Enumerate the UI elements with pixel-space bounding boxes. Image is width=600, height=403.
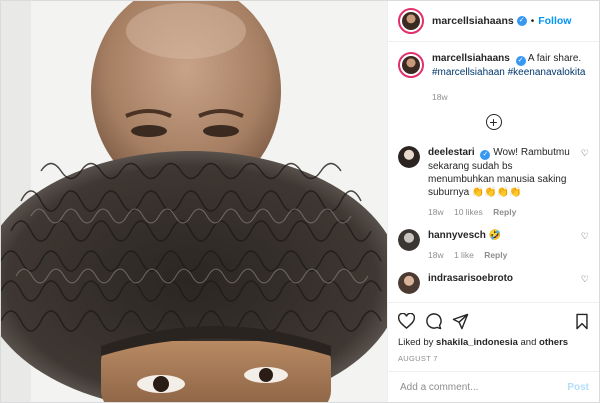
post-comment-button[interactable]: Post [567,382,589,393]
comment-age: 18w [428,207,444,217]
comment-item: hannyvesch 🤣 18w 1 like Reply ♡ [398,229,589,260]
post-actions: Liked by shakila_indonesia and others AU… [388,302,599,371]
share-icon[interactable] [452,313,469,330]
author-avatar[interactable] [398,8,424,34]
comment-text: 🤣 [488,230,502,241]
liked-by-user[interactable]: shakila_indonesia [436,337,518,348]
post-sidebar: marcellsiahaans ✓ • Follow marcellsiahaa… [387,1,599,402]
commenter-username[interactable]: deelestari [428,147,475,158]
comment-age: 18w [428,250,444,260]
comment-item: deelestari ✓ Wow! Rambutmu sekarang suda… [398,146,589,217]
commenter-username[interactable]: hannyvesch [428,230,486,241]
liked-by: Liked by shakila_indonesia and others [398,337,589,348]
heart-icon[interactable] [398,313,415,329]
comment-item: indrasarisoebroto ♡ [398,272,589,294]
verified-badge-icon: ✓ [515,56,526,66]
commenter-avatar[interactable] [398,146,420,168]
action-icons [398,309,589,333]
post-image[interactable] [1,1,387,402]
bookmark-icon[interactable] [575,313,589,330]
caption-hashtags[interactable]: #marcellsiahaan #keenanavalokita [432,67,585,78]
post-date: AUGUST 7 [398,354,438,363]
caption-age: 18w [432,92,448,102]
verified-badge-icon: ✓ [480,150,491,160]
caption-avatar[interactable] [398,52,424,78]
commenter-username[interactable]: indrasarisoebroto [428,273,513,284]
comment-icon[interactable] [425,312,442,330]
plus-circle-icon[interactable]: + [485,114,502,130]
author-username[interactable]: marcellsiahaans [432,15,514,27]
heart-outline-icon[interactable]: ♡ [579,274,589,294]
liked-by-prefix: Liked by [398,337,437,348]
add-comment-input[interactable] [398,380,568,394]
post-caption: marcellsiahaans ✓ A fair share. #marcell… [398,52,589,104]
separator-dot: • [530,15,535,27]
post-header: marcellsiahaans ✓ • Follow [388,1,599,42]
follow-button[interactable]: Follow [538,15,571,27]
heart-outline-icon[interactable]: ♡ [579,148,589,217]
comments-section: marcellsiahaans ✓ A fair share. #marcell… [388,42,599,302]
commenter-avatar[interactable] [398,229,420,251]
post-photo [1,1,387,402]
caption-text: A fair share. [527,53,582,64]
load-more-comments[interactable]: + [398,114,589,130]
comment-likes[interactable]: 1 like [454,250,474,260]
comment-likes[interactable]: 10 likes [454,207,483,217]
instagram-post: marcellsiahaans ✓ • Follow marcellsiahaa… [0,0,600,403]
liked-by-others[interactable]: others [539,337,568,348]
liked-by-and: and [517,337,540,348]
heart-outline-icon[interactable]: ♡ [579,231,589,260]
reply-button[interactable]: Reply [493,207,516,217]
caption-username[interactable]: marcellsiahaans [432,53,510,64]
comment-composer: Post [388,371,599,402]
verified-badge-icon: ✓ [516,16,527,26]
reply-button[interactable]: Reply [484,250,507,260]
commenter-avatar[interactable] [398,272,420,294]
